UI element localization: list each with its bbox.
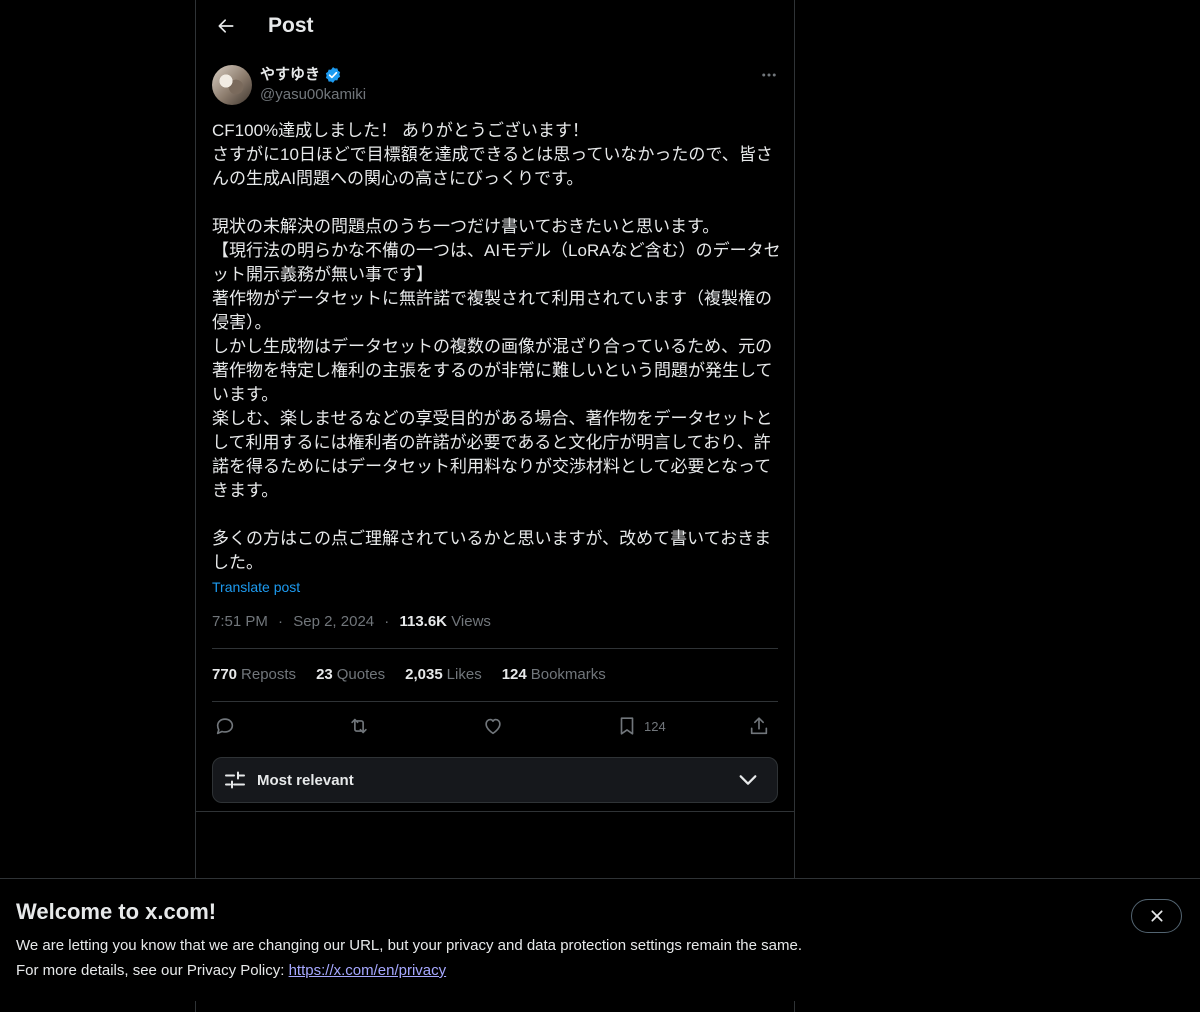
- back-button[interactable]: [208, 8, 244, 44]
- sort-sliders-icon: [223, 768, 247, 792]
- repost-icon: [351, 718, 367, 734]
- more-icon: [762, 73, 776, 77]
- repost-button[interactable]: [348, 708, 370, 744]
- bookmark-count: 124: [644, 718, 666, 734]
- views-label: Views: [451, 613, 491, 630]
- stat-count: 23: [316, 666, 333, 683]
- banner-close-button[interactable]: [1131, 899, 1182, 933]
- primary-column: Post やすゆき @yasu00kamiki CF100%達成しました！ あり…: [195, 0, 795, 1012]
- reply-icon: [216, 718, 234, 735]
- author-display-name[interactable]: やすゆき: [260, 65, 320, 85]
- bookmark-button[interactable]: 124: [616, 708, 666, 744]
- author-name-row: やすゆき: [260, 64, 342, 85]
- page-title: Post: [268, 14, 314, 37]
- translate-post-link[interactable]: Translate post: [212, 577, 300, 597]
- banner-title: Welcome to x.com!: [16, 899, 217, 924]
- bookmarks-stat[interactable]: 124 Bookmarks: [502, 665, 606, 685]
- meta-separator: ·: [384, 613, 390, 630]
- bookmark-icon: [620, 717, 634, 735]
- post-stats: 770 Reposts 23 Quotes 2,035 Likes 124 Bookma…: [212, 665, 606, 685]
- quotes-stat[interactable]: 23 Quotes: [316, 665, 385, 685]
- close-icon: [1150, 910, 1163, 922]
- post-time[interactable]: 7:51 PM: [212, 613, 268, 630]
- author-handle[interactable]: @yasu00kamiki: [260, 85, 366, 105]
- verified-badge-icon[interactable]: [324, 66, 342, 84]
- banner-body: We are letting you know that we are chan…: [16, 933, 802, 983]
- more-options-button[interactable]: [744, 64, 778, 86]
- post-date[interactable]: Sep 2, 2024: [293, 613, 374, 630]
- chevron-down-icon: [737, 769, 759, 791]
- meta-separator: ·: [278, 613, 284, 630]
- back-arrow-icon: [218, 19, 234, 33]
- stat-count: 770: [212, 666, 238, 683]
- banner-line-2: For more details, see our Privacy Policy…: [16, 958, 802, 983]
- like-icon: [485, 718, 501, 735]
- banner-line-2-prefix: For more details, see our Privacy Policy…: [16, 962, 289, 979]
- stat-count: 2,035: [405, 666, 443, 683]
- views-count: 113.6K: [399, 613, 448, 630]
- avatar[interactable]: [212, 65, 252, 105]
- post-body-text: CF100%達成しました！ ありがとうございます！ さすがに10日ほどで目標額を…: [212, 121, 781, 572]
- stat-label: Likes: [446, 666, 482, 683]
- post-metadata: 7:51 PM · Sep 2, 2024 · 113.6K Views: [212, 612, 491, 632]
- stat-label: Quotes: [336, 666, 386, 683]
- replies-sort-dropdown[interactable]: Most relevant: [212, 757, 778, 803]
- page-header: Post: [196, 0, 794, 53]
- url-change-banner: Welcome to x.com! We are letting you kno…: [0, 878, 1200, 1001]
- banner-line-1: We are letting you know that we are chan…: [16, 937, 802, 954]
- action-bar: 124: [212, 708, 778, 744]
- likes-stat[interactable]: 2,035 Likes: [405, 665, 482, 685]
- like-button[interactable]: [482, 708, 504, 744]
- stat-label: Reposts: [241, 666, 297, 683]
- reposts-stat[interactable]: 770 Reposts: [212, 665, 296, 685]
- share-button[interactable]: [748, 708, 770, 744]
- divider: [212, 701, 778, 702]
- reply-button[interactable]: [214, 708, 236, 744]
- divider: [196, 811, 794, 812]
- privacy-policy-link[interactable]: https://x.com/en/privacy: [289, 962, 447, 979]
- stat-label: Bookmarks: [530, 666, 606, 683]
- stat-count: 124: [501, 666, 527, 683]
- sort-selected-label: Most relevant: [257, 771, 354, 789]
- post-author: やすゆき @yasu00kamiki: [212, 64, 778, 108]
- divider: [212, 648, 778, 649]
- share-icon: [750, 717, 768, 735]
